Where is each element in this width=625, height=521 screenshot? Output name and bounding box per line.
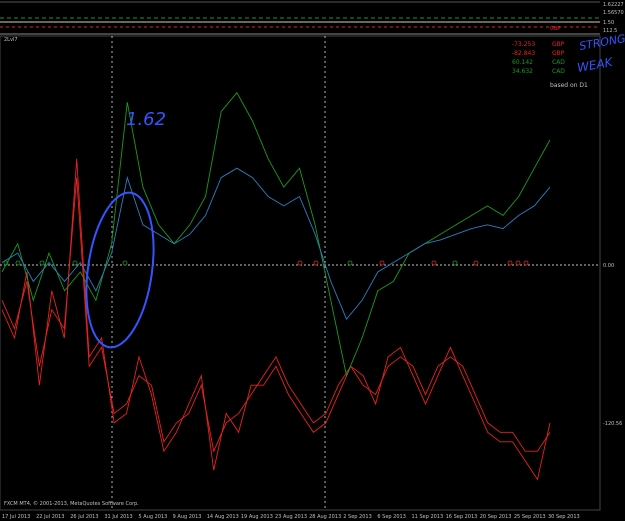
legend-name-1: GBP — [552, 50, 565, 57]
chart-canvas: 1.62227 1.56570 1.50 112.5 GBP 2Lvl7 bas… — [0, 0, 625, 521]
x-tick-label-2: 26 Jul 2013 — [70, 514, 98, 520]
x-tick-label-1: 22 Jul 2013 — [36, 514, 64, 520]
x-tick-label-16: 30 Sep 2013 — [548, 514, 580, 520]
x-tick-label-5: 9 Aug 2013 — [173, 514, 202, 520]
x-tick-label-6: 14 Aug 2013 — [207, 514, 239, 520]
indicator-label: 2Lvl7 — [4, 37, 18, 43]
x-axis: 17 Jul 2013 22 Jul 2013 26 Jul 2013 31 Jul … — [2, 514, 580, 520]
copyright-text: FXCM MT4, © 2001-2013, MetaQuotes Softwa… — [4, 500, 139, 507]
top-panel-label-2: 1.56570 — [603, 10, 624, 16]
x-tick-label-10: 2 Sep 2013 — [343, 514, 372, 520]
x-tick-label-12: 11 Sep 2013 — [412, 514, 444, 520]
handwritten-1: 1.62 — [126, 109, 166, 130]
legend-value-1: -82.843 — [512, 50, 535, 57]
y-tick-zero: 0.00 — [603, 263, 614, 269]
legend-name-0: GBP — [552, 41, 565, 48]
x-tick-label-15: 25 Sep 2013 — [514, 514, 546, 520]
legend-name-3: CAD — [552, 68, 565, 75]
chart-background — [0, 0, 625, 521]
x-tick-label-3: 31 Jul 2013 — [104, 514, 132, 520]
legend-value-0: -73.253 — [512, 41, 535, 48]
legend-value-3: 34.632 — [512, 68, 533, 75]
x-tick-label-13: 16 Sep 2013 — [446, 514, 478, 520]
x-tick-label-14: 20 Sep 2013 — [480, 514, 512, 520]
y-tick-min: -120.56 — [603, 421, 622, 427]
top-panel-small-label: GBP — [550, 26, 560, 32]
x-tick-label-9: 28 Aug 2013 — [309, 514, 341, 520]
x-tick-label-4: 5 Aug 2013 — [139, 514, 168, 520]
x-tick-label-8: 23 Aug 2013 — [275, 514, 307, 520]
legend-value-2: 60.142 — [512, 59, 533, 66]
x-tick-label-11: 6 Sep 2013 — [377, 514, 406, 520]
top-panel-label-1: 1.62227 — [603, 2, 624, 8]
based-on-label: based on D1 — [550, 82, 588, 89]
legend-name-2: CAD — [552, 59, 565, 66]
x-tick-label-7: 19 Aug 2013 — [241, 514, 273, 520]
top-panel-label-3: 1.50 — [603, 20, 614, 26]
x-tick-label-0: 17 Jul 2013 — [2, 514, 30, 520]
